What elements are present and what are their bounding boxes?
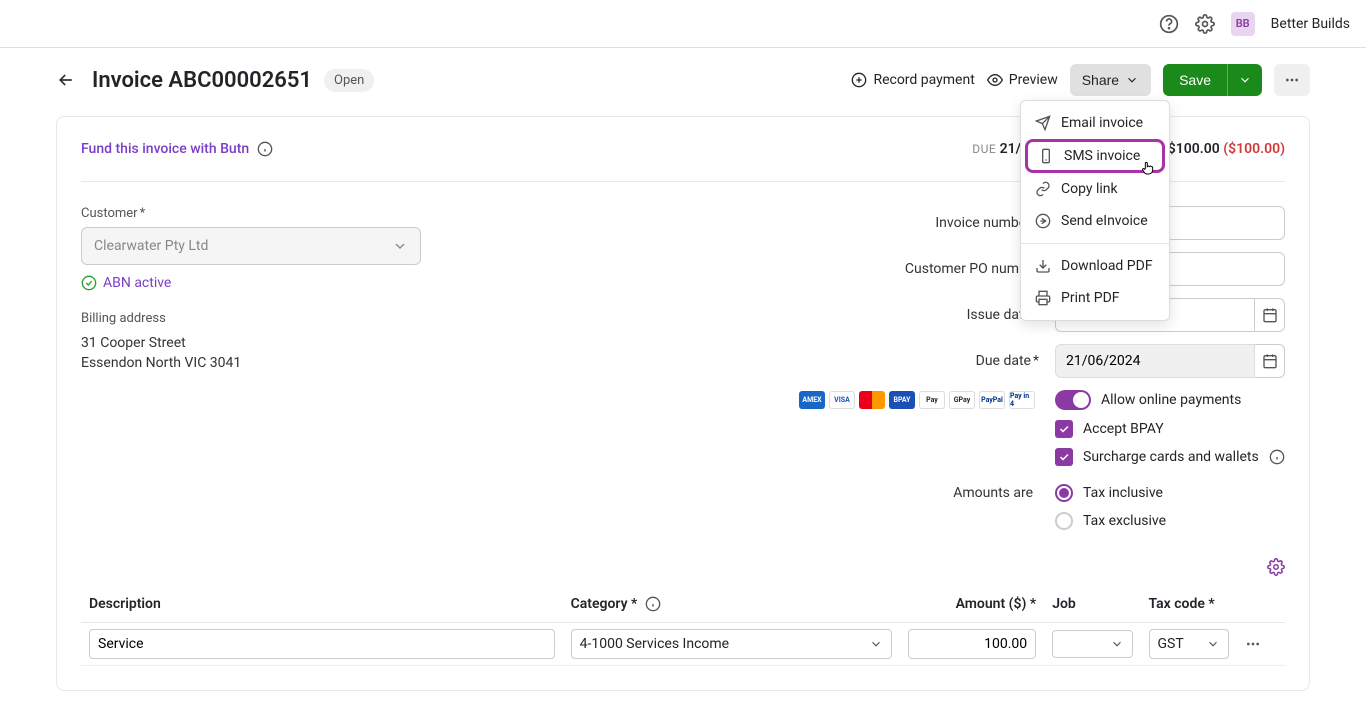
online-payments-toggle[interactable] bbox=[1055, 390, 1091, 410]
category-info-icon[interactable] bbox=[645, 596, 661, 612]
surcharge-info-icon[interactable] bbox=[1269, 449, 1285, 465]
due-date-picker-button[interactable] bbox=[1255, 344, 1285, 378]
tax-inclusive-radio[interactable] bbox=[1055, 484, 1073, 502]
addr-line1: 31 Cooper Street bbox=[81, 334, 421, 354]
info-icon[interactable] bbox=[257, 141, 273, 157]
back-button[interactable] bbox=[56, 70, 76, 90]
table-settings-icon[interactable] bbox=[1267, 558, 1285, 576]
save-button[interactable]: Save bbox=[1163, 64, 1227, 96]
app-header: BB Better Builds bbox=[0, 0, 1366, 48]
line-items-table: Description Category * Amount ($) * Job … bbox=[81, 586, 1285, 666]
payin4-icon: Pay in 4 bbox=[1009, 391, 1035, 409]
table-row: 4-1000 Services Income GST bbox=[81, 623, 1285, 666]
customer-value: Clearwater Pty Ltd bbox=[94, 238, 208, 254]
surcharge-checkbox[interactable] bbox=[1055, 448, 1073, 466]
billing-address: 31 Cooper Street Essendon North VIC 3041 bbox=[81, 334, 421, 373]
tax-inclusive-label: Tax inclusive bbox=[1083, 485, 1163, 501]
row-category-value: 4-1000 Services Income bbox=[580, 636, 729, 652]
share-copy-label: Copy link bbox=[1061, 181, 1118, 197]
avatar[interactable]: BB bbox=[1231, 12, 1255, 36]
bpay-icon: BPAY bbox=[889, 391, 915, 409]
share-label: Share bbox=[1082, 72, 1119, 88]
preview-label: Preview bbox=[1009, 72, 1058, 88]
balance-value: ($100.00) bbox=[1223, 141, 1285, 157]
share-dropdown: Email invoice SMS invoice Copy link Send… bbox=[1020, 100, 1170, 321]
amounts-are-label: Amounts are bbox=[469, 485, 1043, 501]
page-title: Invoice ABC00002651 bbox=[92, 68, 312, 93]
save-dropdown-button[interactable] bbox=[1227, 64, 1262, 96]
share-einvoice-label: Send eInvoice bbox=[1061, 213, 1148, 229]
dropdown-separator bbox=[1021, 243, 1169, 244]
user-name: Better Builds bbox=[1271, 16, 1350, 32]
amex-icon: AMEX bbox=[799, 391, 825, 409]
paypal-icon: PayPal bbox=[979, 391, 1005, 409]
tax-exclusive-radio[interactable] bbox=[1055, 512, 1073, 530]
share-download-label: Download PDF bbox=[1061, 258, 1153, 274]
accept-bpay-label: Accept BPAY bbox=[1083, 421, 1164, 437]
due-date-input[interactable] bbox=[1055, 344, 1255, 378]
cursor-icon bbox=[1140, 160, 1156, 176]
visa-icon: VISA bbox=[829, 391, 855, 409]
fund-link[interactable]: Fund this invoice with Butn bbox=[81, 141, 249, 157]
mastercard-icon bbox=[859, 391, 885, 409]
accept-bpay-checkbox[interactable] bbox=[1055, 420, 1073, 438]
th-amount: Amount ($) * bbox=[900, 586, 1044, 623]
row-tax-value: GST bbox=[1158, 636, 1184, 652]
row-desc-input[interactable] bbox=[89, 629, 555, 659]
row-amount-input[interactable] bbox=[908, 629, 1036, 659]
title-bar: Invoice ABC00002651 Open Record payment … bbox=[56, 64, 1310, 96]
customer-label: Customer bbox=[81, 206, 421, 221]
google-pay-icon: GPay bbox=[949, 391, 975, 409]
share-email-label: Email invoice bbox=[1061, 115, 1143, 131]
billing-address-label: Billing address bbox=[81, 311, 421, 326]
th-tax: Tax code * bbox=[1141, 586, 1237, 623]
abn-status-label: ABN active bbox=[103, 275, 171, 291]
total-value: $100.00 bbox=[1168, 141, 1220, 157]
status-badge: Open bbox=[324, 69, 374, 92]
customer-select[interactable]: Clearwater Pty Ltd bbox=[81, 227, 421, 265]
share-print-label: Print PDF bbox=[1061, 290, 1120, 306]
th-category: Category * bbox=[563, 586, 900, 623]
record-payment-button[interactable]: Record payment bbox=[851, 72, 974, 88]
due-label: DUE bbox=[972, 142, 996, 156]
row-tax-select[interactable]: GST bbox=[1149, 629, 1229, 659]
more-actions-button[interactable] bbox=[1274, 64, 1310, 96]
share-print-item[interactable]: Print PDF bbox=[1021, 282, 1169, 314]
online-payments-label: Allow online payments bbox=[1101, 392, 1241, 408]
po-label: Customer PO number bbox=[469, 261, 1055, 277]
share-sms-item[interactable]: SMS invoice bbox=[1025, 139, 1165, 173]
share-email-item[interactable]: Email invoice bbox=[1021, 107, 1169, 139]
payment-method-icons: AMEX VISA BPAY Pay GPay PayPal Pay in 4 bbox=[799, 391, 1035, 409]
share-sms-label: SMS invoice bbox=[1064, 148, 1140, 164]
apple-pay-icon: Pay bbox=[919, 391, 945, 409]
abn-status-link[interactable]: ABN active bbox=[81, 275, 421, 291]
row-category-select[interactable]: 4-1000 Services Income bbox=[571, 629, 892, 659]
preview-button[interactable]: Preview bbox=[987, 72, 1058, 88]
row-job-select[interactable] bbox=[1052, 630, 1132, 658]
th-job: Job bbox=[1044, 586, 1140, 623]
tax-exclusive-label: Tax exclusive bbox=[1083, 513, 1166, 529]
help-icon[interactable] bbox=[1159, 14, 1179, 34]
surcharge-label: Surcharge cards and wallets bbox=[1083, 449, 1259, 465]
share-download-item[interactable]: Download PDF bbox=[1021, 250, 1169, 282]
th-description: Description bbox=[81, 586, 563, 623]
share-copy-item[interactable]: Copy link bbox=[1021, 173, 1169, 205]
share-button[interactable]: Share bbox=[1070, 64, 1151, 96]
due-date-label: Due date bbox=[976, 353, 1039, 369]
addr-line2: Essendon North VIC 3041 bbox=[81, 354, 421, 374]
record-payment-label: Record payment bbox=[873, 72, 974, 88]
issue-date-picker-button[interactable] bbox=[1255, 298, 1285, 332]
share-einvoice-item[interactable]: Send eInvoice bbox=[1021, 205, 1169, 237]
settings-icon[interactable] bbox=[1195, 14, 1215, 34]
row-more-button[interactable] bbox=[1237, 623, 1285, 666]
